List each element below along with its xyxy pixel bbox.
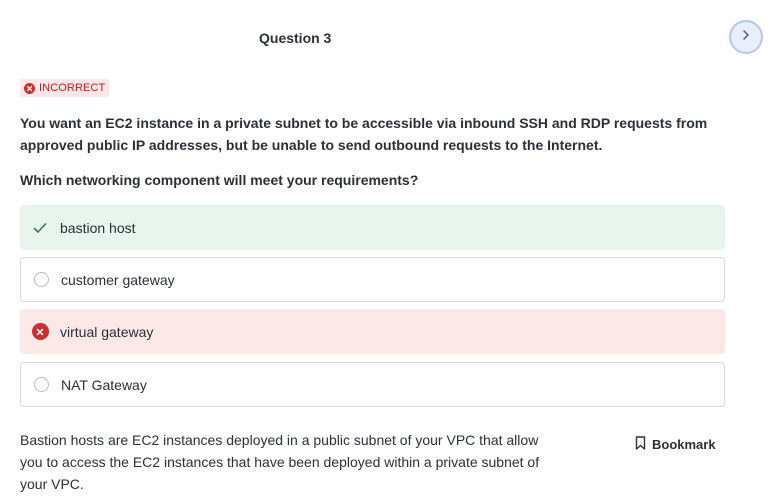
bookmark-button[interactable]: Bookmark	[635, 436, 716, 453]
x-circle-icon	[24, 82, 35, 94]
option-label: customer gateway	[61, 271, 175, 288]
x-circle-icon	[31, 323, 49, 340]
option-label: virtual gateway	[60, 323, 154, 340]
answer-option-virtual-gateway[interactable]: virtual gateway	[20, 309, 725, 354]
option-label: NAT Gateway	[61, 376, 147, 393]
option-label: bastion host	[60, 219, 136, 236]
chevron-right-icon	[740, 28, 752, 46]
next-question-button[interactable]	[729, 20, 763, 54]
answer-option-nat-gateway[interactable]: NAT Gateway	[20, 362, 725, 407]
check-icon	[20, 222, 60, 234]
question-prompt: Which networking component will meet you…	[20, 172, 419, 188]
explanation-text: Bastion hosts are EC2 instances deployed…	[20, 432, 540, 492]
bookmark-label: Bookmark	[652, 437, 716, 452]
question-title: Question 3	[259, 30, 332, 46]
answer-option-customer-gateway[interactable]: customer gateway	[20, 257, 725, 302]
bookmark-icon	[635, 436, 646, 453]
answer-option-bastion-host[interactable]: bastion host	[20, 205, 725, 250]
status-badge: INCORRECT	[20, 79, 110, 97]
radio-icon[interactable]	[33, 272, 49, 287]
question-text: You want an EC2 instance in a private su…	[20, 115, 708, 153]
question-page: Question 3 INCORRECT You want an EC2 ins…	[0, 0, 779, 504]
status-label: INCORRECT	[39, 82, 106, 94]
radio-icon[interactable]	[33, 377, 49, 392]
